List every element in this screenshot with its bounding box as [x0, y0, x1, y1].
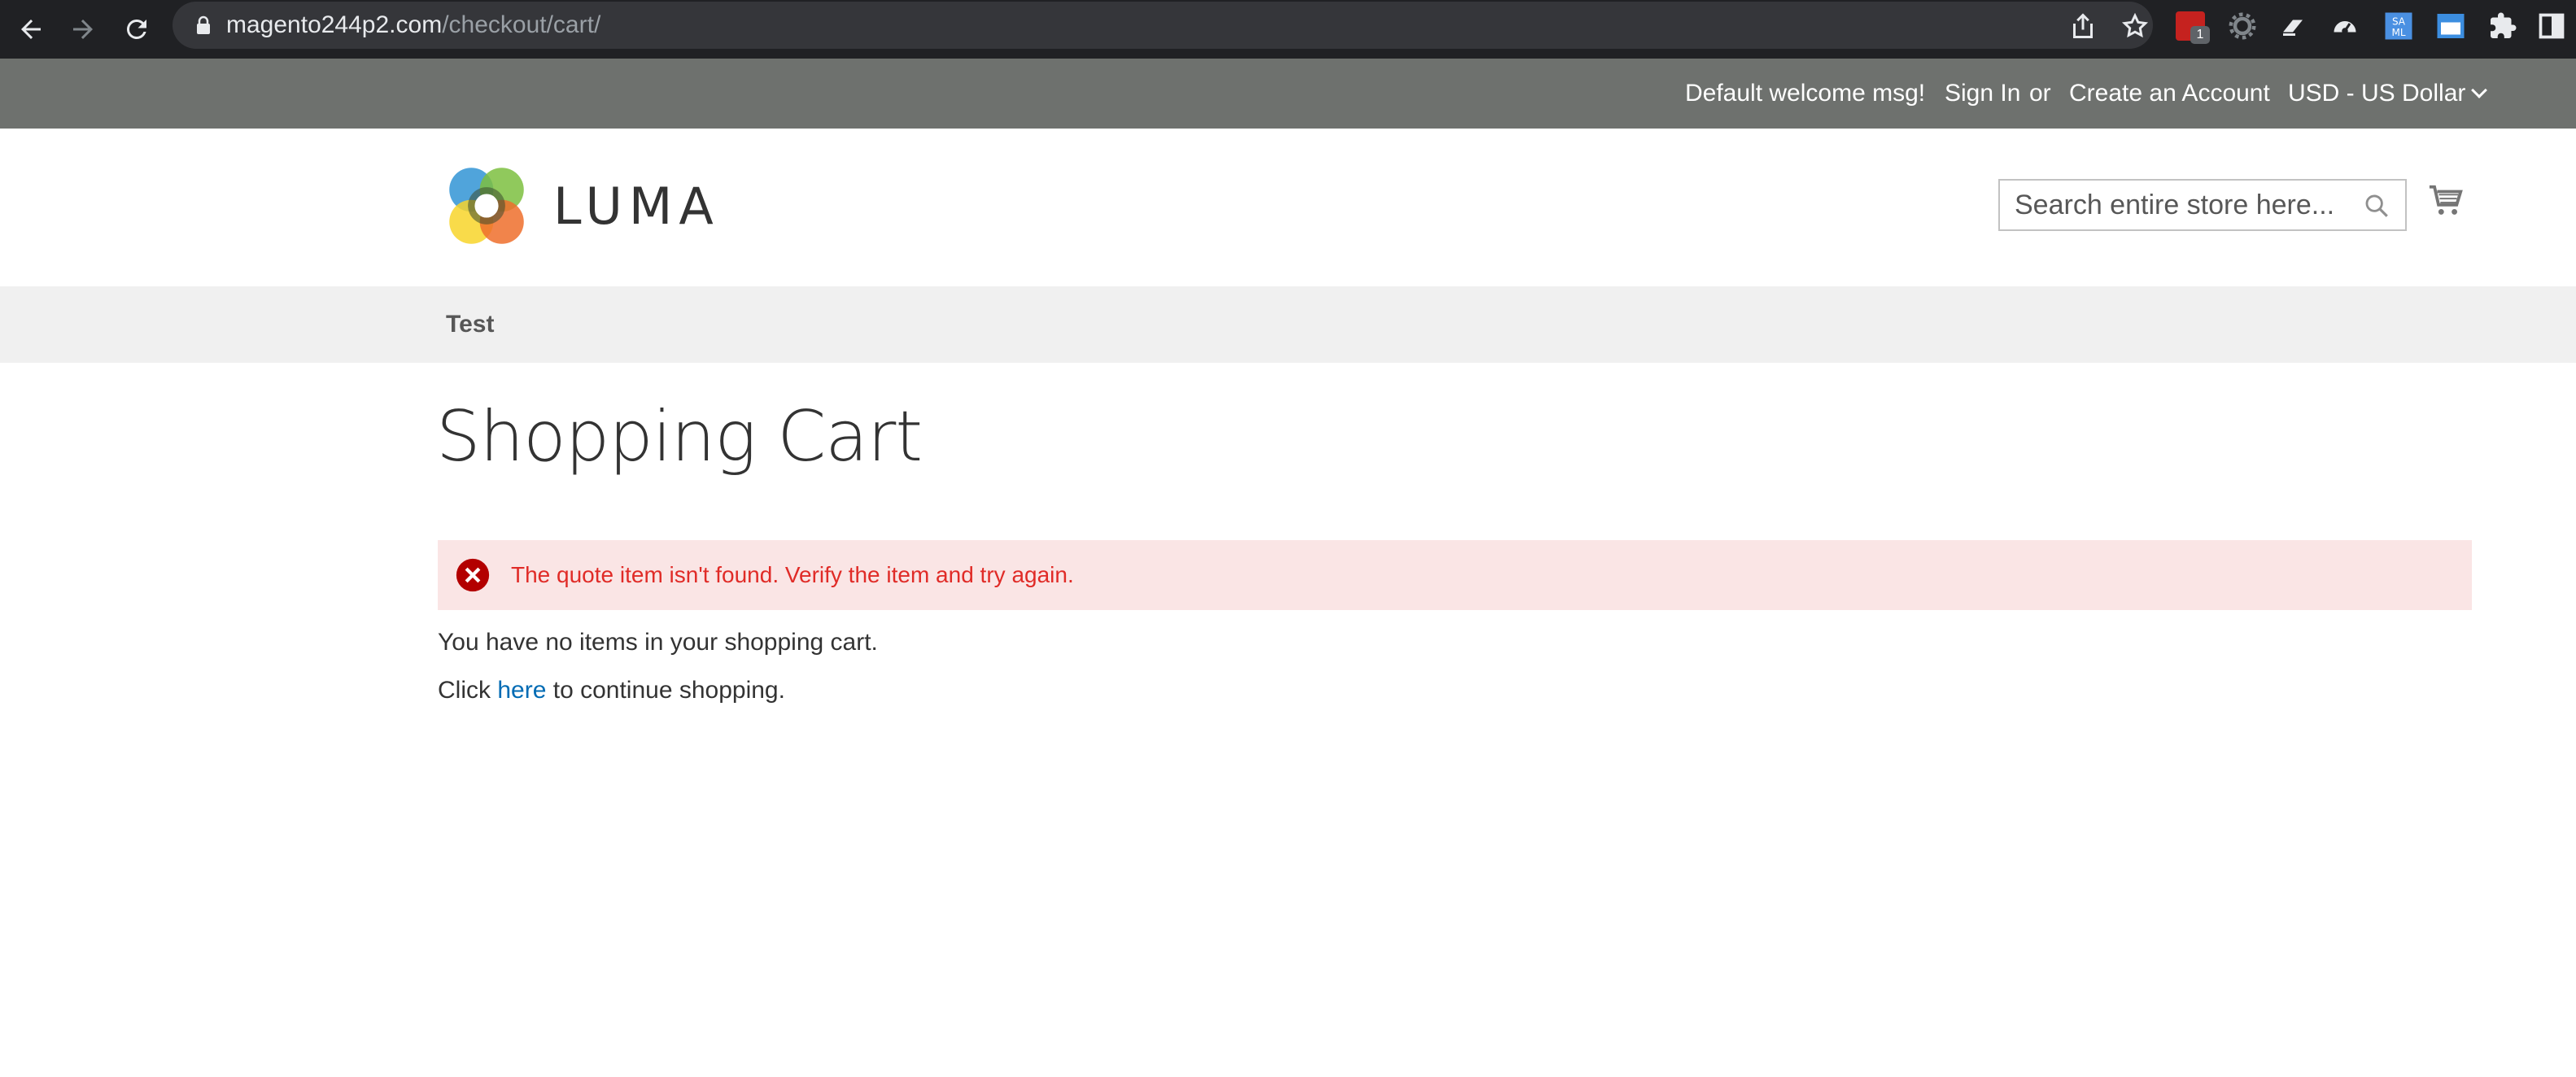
search-icon[interactable] — [2363, 192, 2390, 220]
cart-icon[interactable] — [2428, 182, 2465, 220]
top-panel: Default welcome msg! Sign In or Create a… — [0, 59, 2576, 129]
search-input[interactable] — [2000, 181, 2358, 229]
reload-icon — [126, 19, 146, 39]
sign-in-link[interactable]: Sign In — [1945, 78, 2020, 109]
eraser-extension-icon[interactable] — [2278, 11, 2307, 41]
url-path: /checkout/cart/ — [442, 11, 601, 38]
window-extension-icon[interactable] — [2436, 11, 2465, 41]
url-host: magento244p2.com — [226, 11, 443, 38]
empty-cart-text: You have no items in your shopping cart. — [438, 629, 878, 656]
continue-shopping-link[interactable]: here — [497, 677, 546, 704]
side-panel-icon[interactable] — [2537, 11, 2566, 41]
welcome-message: Default welcome msg! — [1685, 80, 1926, 107]
puzzle-icon[interactable] — [2488, 11, 2517, 41]
address-bar[interactable]: magento244p2.com/checkout/cart/ — [172, 2, 2153, 49]
or-text: or — [2029, 80, 2051, 107]
chevron-down-icon — [2471, 82, 2488, 98]
logo-text: LUMA — [553, 176, 720, 236]
saml-extension-icon[interactable]: SAML — [2384, 11, 2413, 41]
gear-extension-icon[interactable] — [2228, 11, 2257, 41]
error-message: The quote item isn't found. Verify the i… — [438, 540, 2472, 610]
error-message-text: The quote item isn't found. Verify the i… — [511, 562, 1074, 587]
browser-toolbar: magento244p2.com/checkout/cart/ 1 SA ML — [0, 0, 2576, 59]
continue-shopping-text: Click here to continue shopping. — [438, 674, 785, 707]
search-box — [1998, 179, 2407, 231]
continue-prefix: Click — [438, 677, 491, 704]
extension-red-icon[interactable]: 1 — [2176, 11, 2210, 44]
reload-button[interactable] — [114, 7, 159, 52]
currency-label: USD - US Dollar — [2288, 80, 2466, 107]
page-title: Shopping Cart — [436, 396, 923, 477]
back-button[interactable] — [8, 7, 54, 52]
luma-logo-icon — [449, 168, 524, 244]
forward-arrow-icon — [73, 20, 93, 39]
forward-button[interactable] — [60, 7, 106, 52]
error-circle-icon — [456, 558, 490, 592]
svg-text:SA: SA — [2392, 16, 2406, 28]
star-icon[interactable] — [2120, 11, 2150, 41]
lock-icon — [197, 15, 210, 34]
speedometer-extension-icon[interactable] — [2330, 11, 2360, 41]
url-text: magento244p2.com/checkout/cart/ — [226, 11, 600, 39]
share-icon[interactable] — [2068, 11, 2098, 41]
extension-badge: 1 — [2190, 26, 2210, 44]
store-logo[interactable]: LUMA — [444, 163, 721, 249]
create-account-link[interactable]: Create an Account — [2069, 78, 2270, 109]
currency-switcher[interactable]: USD - US Dollar — [2288, 78, 2488, 109]
nav-item-test[interactable]: Test — [446, 309, 494, 340]
navigation-bar: Test — [0, 286, 2576, 363]
back-arrow-icon — [21, 20, 41, 39]
svg-text:ML: ML — [2391, 27, 2405, 38]
continue-suffix: to continue shopping. — [552, 677, 785, 704]
